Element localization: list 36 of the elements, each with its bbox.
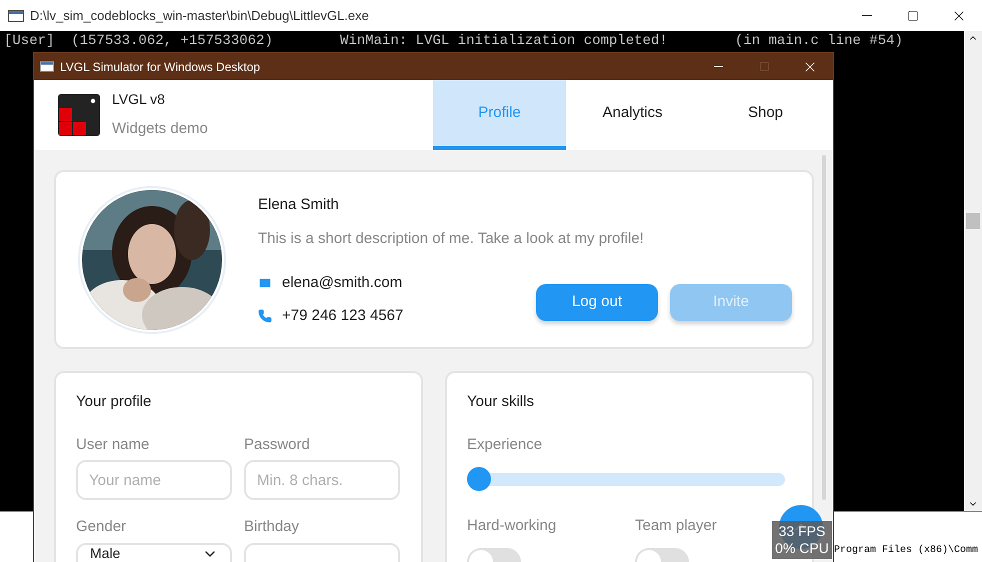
profile-name: Elena Smith: [258, 195, 340, 215]
scrollbar[interactable]: [964, 31, 982, 511]
console-line: [User] (157533.062, +157533062) WinMain: LVGL initialization completed! (in main.c line #54): [4, 32, 904, 50]
app-window-icon: [40, 61, 54, 72]
app-subtitle: Widgets demo: [112, 119, 208, 140]
field-label: Birthday: [244, 517, 300, 537]
email-text: elena@smith.com: [282, 273, 402, 293]
profile-description: This is a short description of me. Take a look at my profile!: [258, 228, 645, 248]
email-icon: [258, 276, 272, 290]
console-icon: [8, 10, 24, 22]
maximize-icon: [907, 10, 919, 22]
background-window-text: Program Files (x86)\Comm: [834, 544, 978, 558]
maximize-icon: [758, 61, 770, 72]
gender-dropdown[interactable]: Male: [76, 542, 232, 562]
minimize-icon: [862, 15, 872, 16]
logo-icon: [58, 94, 100, 136]
switch-label: Hard-working: [467, 516, 558, 536]
field-label: User name: [76, 434, 150, 454]
slider-label: Experience: [467, 434, 544, 454]
experience-slider[interactable]: [467, 467, 785, 491]
cpu-text: 0% CPU: [775, 540, 829, 557]
phone-icon: [258, 308, 272, 323]
minimize-icon: [714, 66, 722, 67]
app-name: LVGL v8: [112, 90, 166, 110]
slider-knob[interactable]: [467, 467, 491, 491]
field-label: Password: [244, 434, 311, 454]
fps-text: 33 FPS: [778, 523, 826, 540]
scrollbar-thumb[interactable]: [966, 213, 980, 229]
window-title: D:\lv_sim_codeblocks_win-master\bin\Debug\LittlevGL.exe: [30, 6, 369, 25]
card-title: Your profile: [76, 392, 152, 412]
input-field[interactable]: Your name: [76, 460, 232, 500]
window-title: LVGL Simulator for Windows Desktop: [60, 58, 260, 76]
input-field[interactable]: Min. 8 chars.: [244, 460, 400, 500]
phone-text: +79 246 123 4567: [282, 306, 404, 326]
card-title: Your skills: [467, 392, 535, 412]
field-label: Gender: [76, 517, 128, 537]
